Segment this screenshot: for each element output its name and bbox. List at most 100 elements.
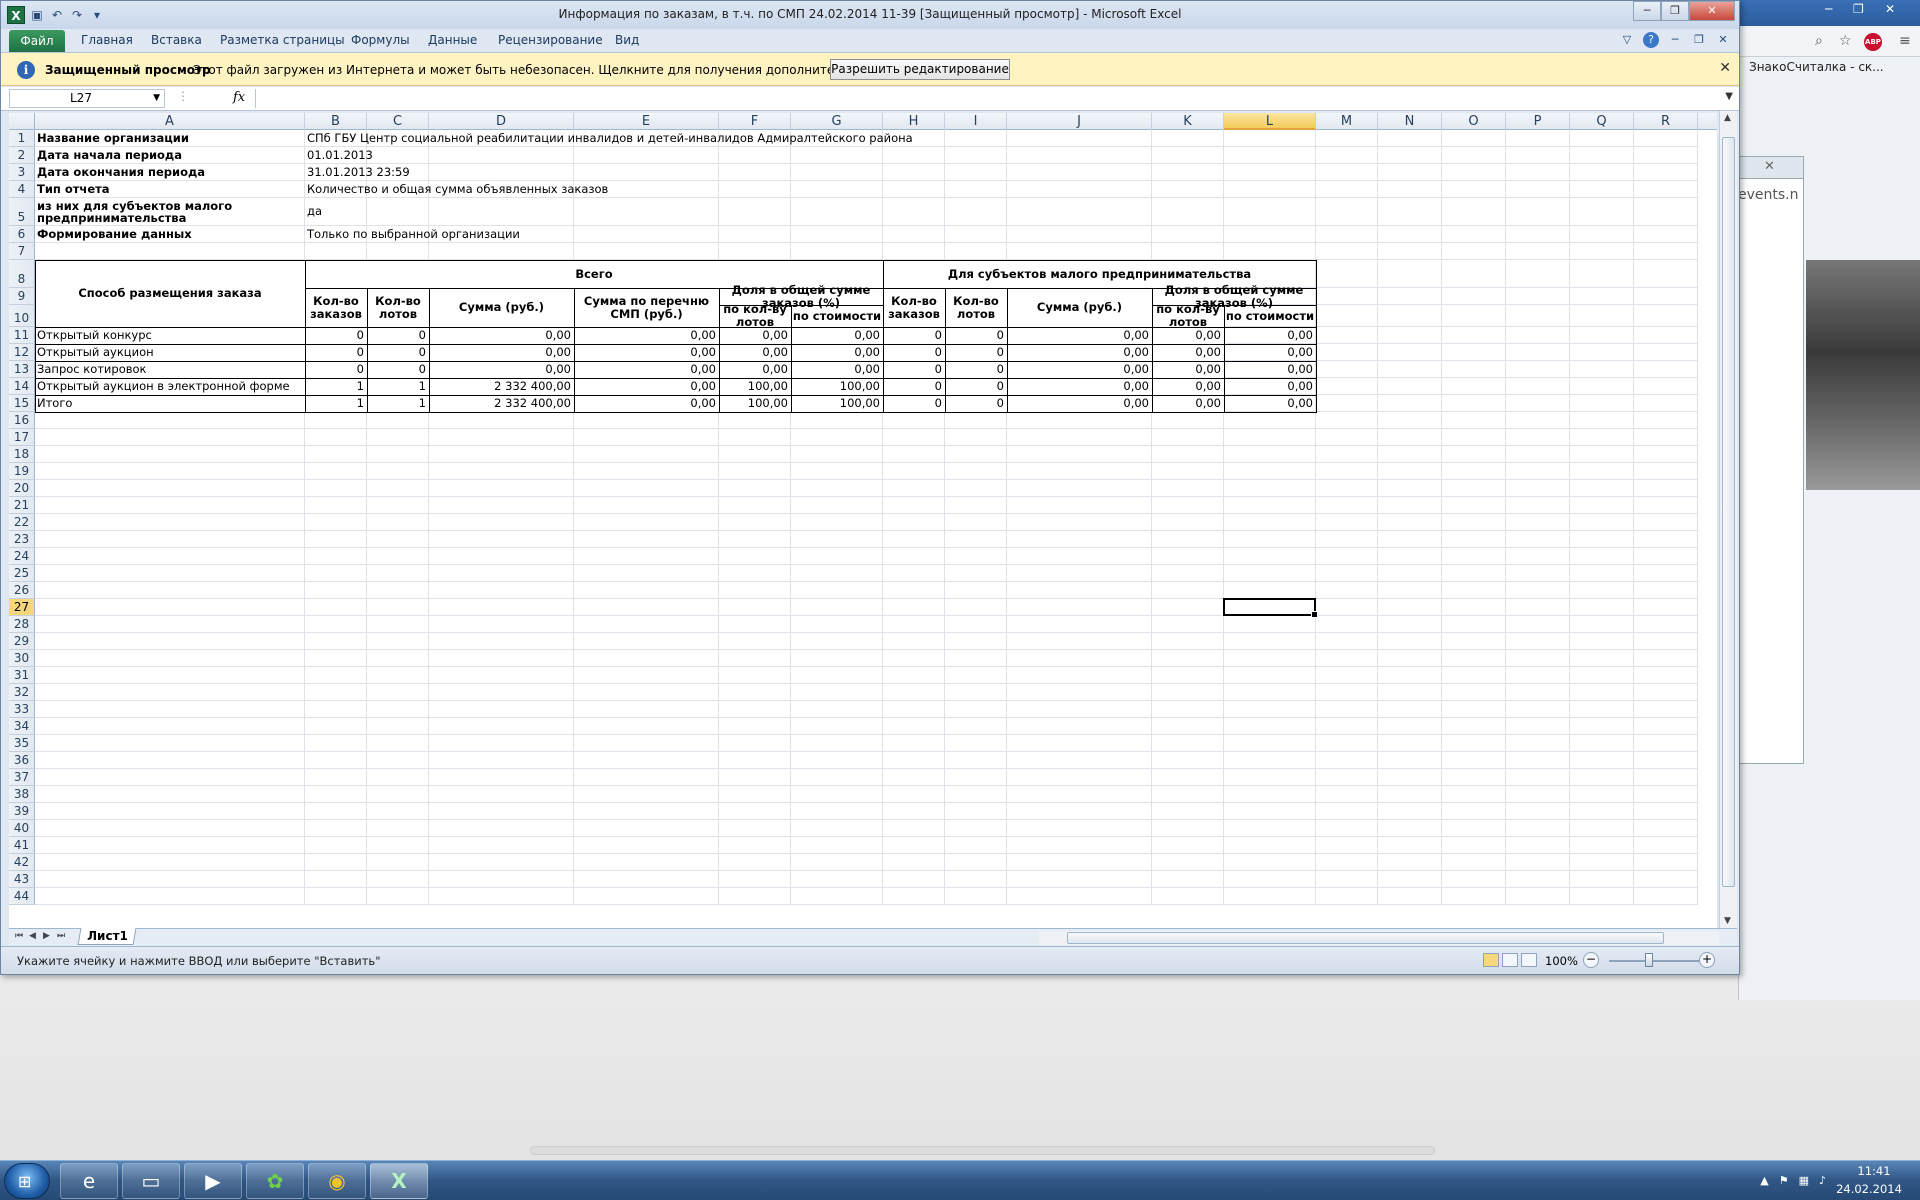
row-header-31[interactable]: 31 — [9, 667, 35, 684]
column-header-h[interactable]: H — [883, 113, 945, 130]
row-header-25[interactable]: 25 — [9, 565, 35, 582]
column-header-e[interactable]: E — [574, 113, 719, 130]
tab-formulas[interactable]: Формулы — [351, 33, 410, 47]
row-header-10[interactable]: 10 — [9, 305, 35, 327]
select-all-corner[interactable] — [9, 113, 35, 130]
row-header-16[interactable]: 16 — [9, 412, 35, 429]
row-header-29[interactable]: 29 — [9, 633, 35, 650]
row-header-30[interactable]: 30 — [9, 650, 35, 667]
doc-restore-icon[interactable]: ❐ — [1691, 32, 1707, 48]
row-header-13[interactable]: 13 — [9, 361, 35, 378]
clock-time[interactable]: 11:41 — [1844, 1164, 1904, 1178]
doc-minimize-icon[interactable]: ─ — [1667, 32, 1683, 48]
tab-insert[interactable]: Вставка — [151, 33, 202, 47]
row-header-44[interactable]: 44 — [9, 888, 35, 905]
column-header-o[interactable]: O — [1442, 113, 1506, 130]
ie-taskbar-button[interactable]: e — [60, 1163, 118, 1199]
sheet-tab[interactable]: Лист1 — [77, 928, 137, 945]
flag-icon[interactable]: ⚑ — [1779, 1174, 1789, 1187]
search-icon[interactable]: ⌕ — [1815, 33, 1823, 49]
row-header-38[interactable]: 38 — [9, 786, 35, 803]
tab-review[interactable]: Рецензирование — [498, 33, 603, 47]
excel-taskbar-button[interactable]: X — [370, 1163, 428, 1199]
row-header-11[interactable]: 11 — [9, 327, 35, 344]
close-button[interactable]: ✕ — [1689, 1, 1735, 21]
row-header-27[interactable]: 27 — [9, 599, 35, 616]
column-header-i[interactable]: I — [945, 113, 1007, 130]
column-header-c[interactable]: C — [367, 113, 429, 130]
next-sheet-icon[interactable]: ▶ — [43, 931, 50, 941]
column-header-f[interactable]: F — [719, 113, 791, 130]
page-layout-view-icon[interactable] — [1502, 953, 1518, 967]
chrome-omnibox[interactable]: ⌕ ☆ ≡ — [1739, 27, 1920, 57]
row-header-33[interactable]: 33 — [9, 701, 35, 718]
row-header-20[interactable]: 20 — [9, 480, 35, 497]
name-box[interactable]: L27 ▼ — [9, 89, 165, 108]
column-header-k[interactable]: K — [1152, 113, 1224, 130]
row-header-40[interactable]: 40 — [9, 820, 35, 837]
row-header-3[interactable]: 3 — [9, 164, 35, 181]
normal-view-icon[interactable] — [1483, 953, 1499, 967]
spreadsheet-grid[interactable]: ABCDEFGHIJKLMNOPQR 1 2 3 4 5 6 7 8 9 10 11 12 13 14 15… — [9, 113, 1717, 928]
explorer-taskbar-button[interactable]: ▭ — [122, 1163, 180, 1199]
scroll-down-icon[interactable]: ▼ — [1724, 916, 1731, 926]
row-header-28[interactable]: 28 — [9, 616, 35, 633]
bookmark-item[interactable]: ЗнакоСчиталка - ск... — [1749, 60, 1884, 74]
horizontal-scroll-thumb[interactable] — [1067, 932, 1664, 944]
zoom-out-button[interactable]: − — [1583, 952, 1599, 968]
icq-taskbar-button[interactable]: ✿ — [246, 1163, 304, 1199]
clock-date[interactable]: 24.02.2014 — [1834, 1182, 1904, 1196]
tab-file[interactable]: Файл — [9, 30, 65, 52]
restore-button[interactable]: ❐ — [1661, 1, 1689, 21]
zoom-in-button[interactable]: + — [1699, 952, 1715, 968]
vertical-scroll-thumb[interactable] — [1722, 137, 1735, 887]
column-header-g[interactable]: G — [791, 113, 883, 130]
row-header-15[interactable]: 15 — [9, 395, 35, 412]
column-header-n[interactable]: N — [1378, 113, 1442, 130]
row-header-8[interactable]: 8 — [9, 260, 35, 288]
zoom-slider[interactable] — [1609, 960, 1705, 962]
row-header-39[interactable]: 39 — [9, 803, 35, 820]
menu-icon[interactable]: ≡ — [1899, 33, 1911, 49]
zoom-slider-knob[interactable] — [1645, 953, 1653, 967]
row-header-7[interactable]: 7 — [9, 243, 35, 260]
protected-view-message[interactable]: Этот файл загружен из Интернета и может … — [193, 63, 941, 77]
row-header-32[interactable]: 32 — [9, 684, 35, 701]
network-icon[interactable]: ▦ — [1799, 1174, 1809, 1187]
column-header-j[interactable]: J — [1007, 113, 1152, 130]
row-header-24[interactable]: 24 — [9, 548, 35, 565]
minimize-button[interactable]: ─ — [1633, 1, 1661, 21]
column-header-b[interactable]: B — [305, 113, 367, 130]
row-header-14[interactable]: 14 — [9, 378, 35, 395]
column-header-d[interactable]: D — [429, 113, 574, 130]
horizontal-scrollbar[interactable] — [1039, 931, 1719, 945]
zoom-level[interactable]: 100% — [1545, 954, 1578, 968]
row-header-9[interactable]: 9 — [9, 288, 35, 305]
formula-input[interactable] — [255, 89, 1715, 108]
row-header-6[interactable]: 6 — [9, 226, 35, 243]
first-sheet-icon[interactable]: ⏮ — [15, 931, 23, 941]
column-header-r[interactable]: R — [1634, 113, 1698, 130]
row-header-37[interactable]: 37 — [9, 769, 35, 786]
scroll-up-icon[interactable]: ▲ — [1724, 113, 1731, 123]
row-header-18[interactable]: 18 — [9, 446, 35, 463]
doc-close-icon[interactable]: ✕ — [1715, 32, 1731, 48]
chrome-taskbar-button[interactable]: ◉ — [308, 1163, 366, 1199]
chrome-minimize-icon[interactable]: ─ — [1825, 2, 1832, 16]
row-header-17[interactable]: 17 — [9, 429, 35, 446]
row-header-36[interactable]: 36 — [9, 752, 35, 769]
column-header-q[interactable]: Q — [1570, 113, 1634, 130]
chevron-down-icon[interactable]: ▼ — [153, 90, 160, 107]
star-icon[interactable]: ☆ — [1839, 33, 1852, 49]
tab-home[interactable]: Главная — [81, 33, 133, 47]
column-header-p[interactable]: P — [1506, 113, 1570, 130]
page-break-view-icon[interactable] — [1521, 953, 1537, 967]
enable-editing-button[interactable]: Разрешить редактирование — [830, 59, 1010, 80]
row-header-12[interactable]: 12 — [9, 344, 35, 361]
tab-data[interactable]: Данные — [428, 33, 477, 47]
column-header-l[interactable]: L — [1224, 113, 1316, 130]
row-header-21[interactable]: 21 — [9, 497, 35, 514]
row-header-41[interactable]: 41 — [9, 837, 35, 854]
row-header-19[interactable]: 19 — [9, 463, 35, 480]
minimize-ribbon-icon[interactable]: ▽ — [1619, 32, 1635, 48]
